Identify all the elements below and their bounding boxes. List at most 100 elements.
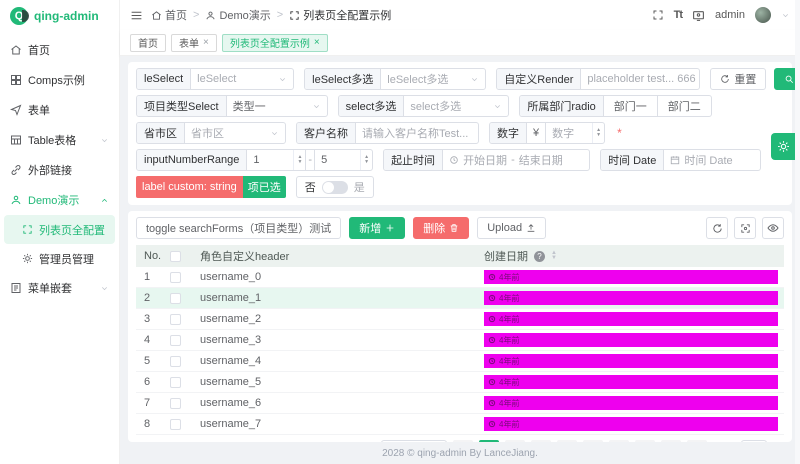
sidebar-item-table[interactable]: Table表格 xyxy=(0,125,119,155)
table-row[interactable]: 6 username_5 4年前 xyxy=(136,372,784,393)
select-placeholder: leSelect多选 xyxy=(387,71,448,87)
breadcrumb-item-demo[interactable]: Demo演示 xyxy=(205,7,270,23)
table-row[interactable]: 3 username_2 4年前 xyxy=(136,309,784,330)
user-icon xyxy=(205,10,216,21)
chevron-down-icon[interactable] xyxy=(781,11,790,20)
sort-icons[interactable]: ▲▼ xyxy=(551,251,557,261)
selected-count-badge: 项已选 xyxy=(243,176,286,198)
radio-option-dept1[interactable]: 部门一 xyxy=(604,96,657,116)
sidebar-item-label: Demo演示 xyxy=(28,192,79,208)
date-picker[interactable]: 时间 Date xyxy=(664,150,760,170)
sidebar-item-list-page[interactable]: 列表页全配置示例 xyxy=(4,215,115,244)
tab-list-page[interactable]: 列表页全配置示例× xyxy=(222,34,328,52)
delete-button[interactable]: 删除 xyxy=(413,217,469,239)
sidebar-item-demo[interactable]: Demo演示 xyxy=(0,185,119,215)
sidebar-item-form[interactable]: 表单 xyxy=(0,95,119,125)
app-logo[interactable]: Q qing-admin xyxy=(0,0,119,31)
breadcrumb-item-home[interactable]: 首页 xyxy=(151,7,187,23)
table-row[interactable]: 2 username_1 4年前 xyxy=(136,288,784,309)
customer-name-input[interactable]: 请输入客户名称Test... xyxy=(356,123,478,143)
row-checkbox[interactable] xyxy=(170,293,181,304)
tab-form[interactable]: 表单× xyxy=(171,34,217,52)
close-icon[interactable]: × xyxy=(314,38,320,48)
table-row[interactable]: 7 username_6 4年前 xyxy=(136,393,784,414)
chevron-down-icon xyxy=(312,102,321,111)
tab-home[interactable]: 首页 xyxy=(130,34,166,52)
select-value: 类型一 xyxy=(233,98,266,114)
project-type-select[interactable]: 类型一 xyxy=(227,96,327,116)
sort-desc-icon[interactable]: ▼ xyxy=(551,256,557,261)
region-select[interactable]: 省市区 xyxy=(185,123,285,143)
range-from-input[interactable]: 1 ▲▼ xyxy=(247,150,305,170)
refresh-icon xyxy=(720,74,730,84)
row-checkbox[interactable] xyxy=(170,314,181,325)
fullscreen-table-button[interactable] xyxy=(734,217,756,239)
trash-icon xyxy=(449,223,459,233)
row-checkbox[interactable] xyxy=(170,398,181,409)
table-toolbar-icons xyxy=(706,217,784,239)
brackets-icon xyxy=(289,10,300,21)
upload-button[interactable]: Upload xyxy=(477,217,546,239)
table-row[interactable]: 1 username_0 4年前 xyxy=(136,267,784,288)
select-all-checkbox[interactable] xyxy=(170,251,181,262)
custom-render-input[interactable]: placeholder test... 666 xyxy=(581,69,699,89)
row-checkbox[interactable] xyxy=(170,272,181,283)
date-separator: - xyxy=(511,154,515,166)
sidebar-item-menu-nest[interactable]: 菜单嵌套 xyxy=(0,273,119,303)
number-input[interactable]: 数字 ▲▼ xyxy=(546,123,604,143)
row-checkbox[interactable] xyxy=(170,419,181,430)
row-checkbox[interactable] xyxy=(170,335,181,346)
data-table: No. 角色自定义header 创建日期 ? ▲▼ 1 username_0 4… xyxy=(136,245,784,435)
info-icon[interactable]: ? xyxy=(534,251,545,262)
gear-icon xyxy=(22,253,33,264)
sidebar-item-home[interactable]: 首页 xyxy=(0,35,119,65)
table-header-row: No. 角色自定义header 创建日期 ? ▲▼ xyxy=(136,245,784,267)
table-row[interactable]: 8 username_7 4年前 xyxy=(136,414,784,435)
sidebar-item-external-link[interactable]: 外部链接 xyxy=(0,155,119,185)
fullscreen-icon[interactable] xyxy=(652,9,664,21)
column-visibility-button[interactable] xyxy=(762,217,784,239)
end-date-placeholder: 结束日期 xyxy=(519,152,563,168)
number-stepper[interactable]: ▲▼ xyxy=(293,150,305,170)
cell-no: 4 xyxy=(136,334,170,346)
add-button[interactable]: 新增 xyxy=(349,217,405,239)
reset-button[interactable]: 重置 xyxy=(710,68,766,90)
sidebar-item-comps[interactable]: Comps示例 xyxy=(0,65,119,95)
top-bar: 首页 > Demo演示 > 列表页全配置示例 Tt admin xyxy=(120,0,800,30)
column-header-date[interactable]: 创建日期 ? ▲▼ xyxy=(484,248,784,264)
hamburger-icon[interactable] xyxy=(130,9,143,22)
date-cell-bar: 4年前 xyxy=(484,375,778,389)
radio-option-dept2[interactable]: 部门二 xyxy=(657,96,711,116)
customer-name-field: 客户名称 请输入客户名称Test... xyxy=(296,122,479,144)
input-placeholder: 数字 xyxy=(552,125,574,141)
leselect-select[interactable]: leSelect xyxy=(191,69,293,89)
chevron-down-icon xyxy=(278,75,287,84)
leselect-multi-select[interactable]: leSelect多选 xyxy=(381,69,485,89)
range-to-input[interactable]: 5 ▲▼ xyxy=(314,150,372,170)
sidebar: Q qing-admin 首页 Comps示例 表单 Table表格 外部链接 … xyxy=(0,0,120,464)
date-range-picker[interactable]: 开始日期 - 结束日期 xyxy=(443,150,589,170)
monitor-icon[interactable] xyxy=(692,9,705,22)
select-multi-select[interactable]: select多选 xyxy=(404,96,508,116)
toggle-switch[interactable] xyxy=(322,181,348,194)
theme-settings-button[interactable] xyxy=(771,133,795,160)
row-checkbox[interactable] xyxy=(170,377,181,388)
cell-no: 8 xyxy=(136,418,170,430)
scrollbar-gutter[interactable] xyxy=(795,0,800,464)
delete-label: 删除 xyxy=(423,220,445,236)
table-row[interactable]: 5 username_4 4年前 xyxy=(136,351,784,372)
cell-no: 7 xyxy=(136,397,170,409)
avatar[interactable] xyxy=(755,7,771,23)
sidebar-item-admin[interactable]: 管理员管理 xyxy=(0,244,119,273)
font-size-icon[interactable]: Tt xyxy=(674,9,682,21)
number-stepper[interactable]: ▲▼ xyxy=(592,123,604,143)
breadcrumb-label: Demo演示 xyxy=(219,7,270,23)
toggle-searchforms-button[interactable]: toggle searchForms（项目类型）测试 xyxy=(136,217,341,239)
refresh-icon-button[interactable] xyxy=(706,217,728,239)
row-checkbox[interactable] xyxy=(170,356,181,367)
table-row[interactable]: 4 username_3 4年前 xyxy=(136,330,784,351)
close-icon[interactable]: × xyxy=(203,38,209,48)
cell-date: 4年前 xyxy=(499,335,519,346)
sidebar-menu: 首页 Comps示例 表单 Table表格 外部链接 Demo演示 列表页全配置… xyxy=(0,31,119,303)
number-stepper[interactable]: ▲▼ xyxy=(360,150,372,170)
